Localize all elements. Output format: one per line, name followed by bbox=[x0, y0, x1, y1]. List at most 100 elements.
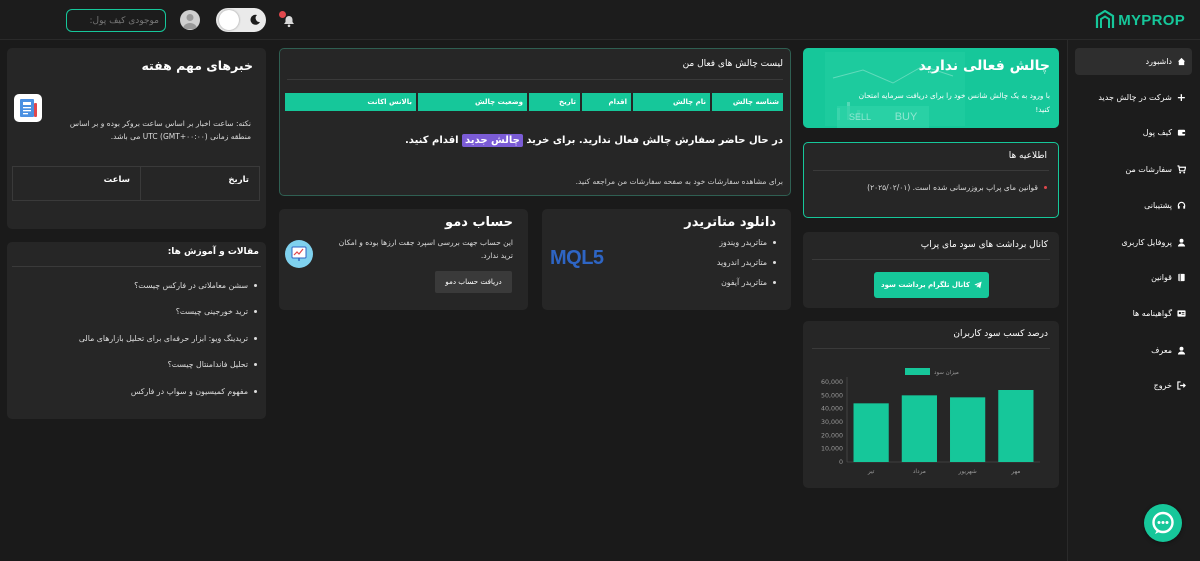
list-bullet bbox=[254, 390, 257, 393]
download-item-label: متاتریدر آیفون bbox=[721, 278, 767, 287]
y-tick-label: 20,000 bbox=[821, 432, 843, 439]
list-bullet bbox=[254, 337, 257, 340]
challenges-empty-message: در حال حاضر سفارش چالش فعال ندارید. برای… bbox=[405, 134, 783, 147]
plus-icon: + bbox=[1176, 90, 1186, 104]
toggle-knob bbox=[219, 10, 239, 30]
article-item[interactable]: سشن معاملاتی در فارکس چیست؟ bbox=[134, 281, 257, 290]
x-tick-label: مرداد bbox=[913, 469, 926, 475]
sidebar-item-rules[interactable]: قوانین bbox=[1075, 268, 1192, 286]
chart-bar[interactable] bbox=[950, 397, 986, 462]
article-link[interactable]: ترید خورجینی چیست؟ bbox=[176, 307, 248, 316]
home-icon bbox=[1177, 57, 1186, 66]
sidebar-item-dashboard[interactable]: داشبورد bbox=[1075, 48, 1192, 75]
article-link[interactable]: تحلیل فاندامنتال چیست؟ bbox=[168, 360, 248, 369]
sidebar-item-referral[interactable]: معرف bbox=[1075, 341, 1192, 359]
chart-bar[interactable] bbox=[853, 403, 889, 462]
news-title: خبرهای مهم هفته bbox=[141, 58, 253, 73]
top-bar: MYPROP bbox=[0, 0, 1200, 40]
brand-logo[interactable]: MYPROP bbox=[1095, 9, 1185, 31]
sidebar-item-wallet[interactable]: کیف پول bbox=[1075, 123, 1192, 141]
telegram-card: کانال برداشت های سود مای پراپ کانال تلگر… bbox=[803, 232, 1059, 308]
y-tick-label: 60,000 bbox=[821, 379, 843, 386]
article-item[interactable]: مفهوم کمیسیون و سواپ در فارکس bbox=[131, 387, 257, 396]
challenges-title: لیست چالش های فعال من bbox=[682, 59, 783, 69]
article-item[interactable]: تحلیل فاندامنتال چیست؟ bbox=[168, 360, 257, 369]
sidebar-item-logout[interactable]: خروج bbox=[1075, 376, 1192, 394]
x-tick-label: شهریور bbox=[958, 469, 977, 475]
sidebar-item-label: پروفایل کاربری bbox=[1121, 237, 1172, 247]
sidebar-item-label: قوانین bbox=[1151, 272, 1172, 282]
col-balance: بالانس اکانت bbox=[285, 93, 416, 111]
chart-bar[interactable] bbox=[901, 395, 937, 462]
avatar[interactable] bbox=[180, 10, 200, 30]
challenges-divider bbox=[287, 79, 783, 80]
sidebar: داشبورد + شرکت در چالش جدید کیف پول سفار… bbox=[1067, 40, 1200, 561]
news-table-header: تاریخ ساعت bbox=[12, 166, 260, 201]
col-date: تاریخ bbox=[529, 93, 580, 111]
demo-line-2: ترید ندارد. bbox=[480, 251, 513, 260]
empty-text-before: در حال حاضر سفارش چالش فعال ندارید. برای… bbox=[526, 135, 783, 146]
download-item-iphone[interactable]: متاتریدر آیفون bbox=[721, 278, 776, 287]
article-link[interactable]: تریدینگ ویو: ابزار حرفه‌ای برای تحلیل با… bbox=[79, 334, 248, 343]
telegram-title: کانال برداشت های سود مای پراپ bbox=[920, 240, 1048, 250]
notice-text: قوانین مای پراپ بروزرسانی شده است. (۲۰۲۵… bbox=[867, 183, 1038, 192]
demo-line-1: این حساب جهت بررسی اسپرد جفت ارزها بوده … bbox=[338, 238, 513, 247]
no-challenge-banner: BUY SELL چالش فعالی ندارید با ورود به یک… bbox=[803, 48, 1059, 128]
banner-line-1: با ورود به یک چالش شانس خود را برای دریا… bbox=[858, 91, 1050, 100]
sidebar-item-label: پشتیبانی bbox=[1144, 200, 1172, 210]
article-item[interactable]: تریدینگ ویو: ابزار حرفه‌ای برای تحلیل با… bbox=[79, 334, 257, 343]
profit-chart-card: درصد کسب سود کاربران میزان سود 0 10,000 20… bbox=[803, 321, 1059, 488]
sidebar-item-label: معرف bbox=[1151, 345, 1172, 355]
download-item-android[interactable]: متاتریدر اندروید bbox=[717, 258, 776, 267]
profit-chart: میزان سود 0 10,000 20,000 30,000 40,000 50,00… bbox=[821, 368, 1040, 475]
chat-bubble-icon bbox=[1152, 511, 1174, 534]
sell-label: SELL bbox=[848, 112, 872, 122]
download-title: دانلود متاتریدر bbox=[684, 215, 776, 230]
list-bullet bbox=[773, 261, 776, 264]
banner-buy-sell-graphic: BUY SELL bbox=[837, 106, 929, 128]
telegram-channel-button[interactable]: کانال تلگرام برداشت سود bbox=[874, 272, 989, 298]
headset-icon bbox=[1177, 201, 1186, 209]
sidebar-item-profile[interactable]: پروفایل کاربری bbox=[1075, 233, 1192, 251]
notice-bullet bbox=[1044, 186, 1047, 189]
download-item-windows[interactable]: متاتریدر ویندوز bbox=[719, 238, 776, 247]
chat-support-button[interactable] bbox=[1144, 504, 1182, 542]
banner-line-2: کنید! bbox=[1035, 105, 1050, 114]
articles-title: مقالات و آموزش ها: bbox=[167, 247, 259, 257]
article-link[interactable]: مفهوم کمیسیون و سواپ در فارکس bbox=[131, 387, 248, 396]
sidebar-item-orders[interactable]: سفارشات من bbox=[1075, 160, 1192, 178]
list-bullet bbox=[254, 284, 257, 287]
notice-item[interactable]: قوانین مای پراپ بروزرسانی شده است. (۲۰۲۵… bbox=[867, 183, 1047, 192]
sidebar-item-label: سفارشات من bbox=[1125, 164, 1172, 174]
new-challenge-link[interactable]: چالش جدید bbox=[462, 134, 523, 147]
col-status: وضعیت چالش bbox=[418, 93, 527, 111]
demo-title: حساب دمو bbox=[445, 215, 513, 230]
telegram-icon bbox=[974, 281, 982, 289]
orders-hint: برای مشاهده سفارشات خود به صفحه سفارشات … bbox=[575, 177, 783, 186]
chart-bar[interactable] bbox=[998, 390, 1034, 462]
cart-icon bbox=[1177, 164, 1186, 174]
sidebar-item-certificates[interactable]: گواهینامه ها bbox=[1075, 304, 1192, 322]
list-bullet bbox=[254, 363, 257, 366]
chart-legend-swatch bbox=[905, 368, 930, 375]
sidebar-item-new-challenge[interactable]: + شرکت در چالش جدید bbox=[1075, 88, 1192, 106]
moon-icon bbox=[250, 14, 260, 25]
article-item[interactable]: ترید خورجینی چیست؟ bbox=[176, 307, 257, 316]
x-tick-label: مهر bbox=[1010, 469, 1020, 475]
certificate-icon bbox=[1177, 309, 1186, 317]
y-tick-label: 40,000 bbox=[821, 406, 843, 413]
get-demo-account-button[interactable]: دریافت حساب دمو bbox=[435, 271, 512, 293]
sidebar-item-label: گواهینامه ها bbox=[1132, 308, 1172, 318]
notification-button[interactable] bbox=[279, 9, 297, 28]
sidebar-item-label: شرکت در چالش جدید bbox=[1098, 92, 1172, 102]
download-item-label: متاتریدر اندروید bbox=[716, 258, 767, 267]
sidebar-item-support[interactable]: پشتیبانی bbox=[1075, 196, 1192, 214]
notices-card: اطلاعیه ها قوانین مای پراپ بروزرسانی شده… bbox=[803, 142, 1059, 218]
article-link[interactable]: سشن معاملاتی در فارکس چیست؟ bbox=[134, 281, 248, 290]
banner-title: چالش فعالی ندارید bbox=[918, 58, 1050, 74]
theme-toggle[interactable] bbox=[216, 8, 266, 32]
list-bullet bbox=[254, 310, 257, 313]
wallet-balance-input[interactable] bbox=[66, 9, 166, 32]
y-tick-label: 10,000 bbox=[821, 446, 843, 453]
user-icon bbox=[1177, 238, 1186, 247]
